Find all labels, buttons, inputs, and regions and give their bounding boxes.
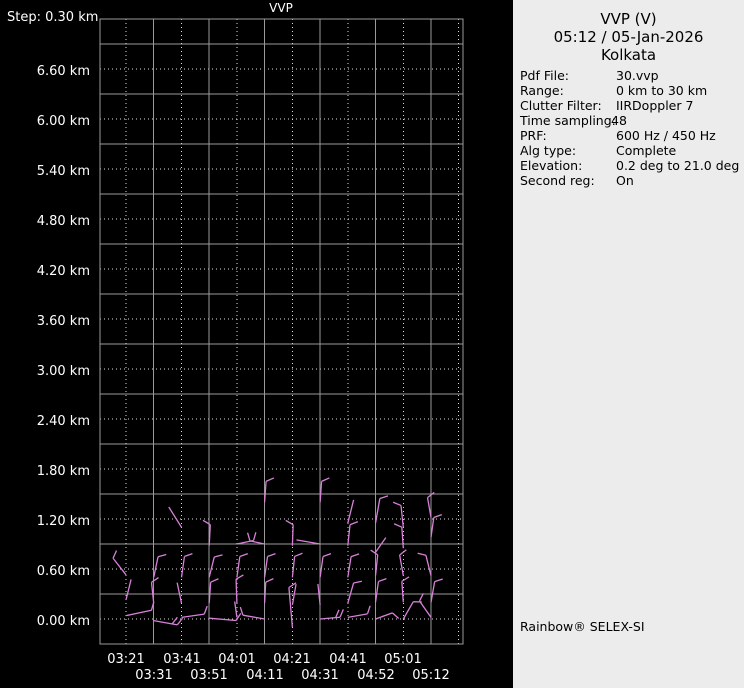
- x-tick-label: 03:41: [157, 652, 207, 667]
- y-tick-label: 3.00 km: [0, 364, 90, 379]
- plot-title: VVP: [251, 1, 311, 15]
- x-tick-label: 03:51: [184, 668, 234, 683]
- info-value: 600 Hz / 450 Hz: [616, 129, 716, 143]
- y-tick-label: 1.80 km: [0, 464, 90, 479]
- x-tick-label: 05:01: [378, 652, 428, 667]
- y-tick-label: 1.20 km: [0, 514, 90, 529]
- y-tick-label: 6.00 km: [0, 114, 90, 129]
- info-label: Second reg:: [520, 174, 595, 188]
- height-step-label: Step: 0.30 km: [7, 10, 98, 25]
- info-value: 0.2 deg to 21.0 deg: [616, 159, 739, 173]
- x-tick-label: 04:52: [351, 668, 401, 683]
- y-tick-label: 4.20 km: [0, 264, 90, 279]
- info-value: 48: [611, 114, 627, 128]
- panel-product-title: VVP (V): [513, 10, 744, 28]
- x-tick-label: 04:01: [212, 652, 262, 667]
- info-panel: VVP (V) 05:12 / 05-Jan-2026 Kolkata Pdf …: [513, 0, 744, 688]
- y-tick-label: 0.00 km: [0, 614, 90, 629]
- y-tick-label: 2.40 km: [0, 414, 90, 429]
- info-label: Clutter Filter:: [520, 99, 602, 113]
- y-tick-label: 3.60 km: [0, 314, 90, 329]
- brand-footer: Rainbow® SELEX-SI: [520, 619, 645, 634]
- info-value: IIRDoppler 7: [616, 99, 693, 113]
- info-label: PRF:: [520, 129, 547, 143]
- x-tick-label: 03:21: [101, 652, 151, 667]
- x-tick-label: 04:31: [295, 668, 345, 683]
- x-tick-label: 05:12: [406, 668, 456, 683]
- x-tick-label: 04:11: [240, 668, 290, 683]
- info-value: Complete: [616, 144, 676, 158]
- info-label: Range:: [520, 84, 564, 98]
- info-value: 30.vvp: [616, 69, 659, 83]
- info-label: Time sampling:: [520, 114, 616, 128]
- info-label: Elevation:: [520, 159, 582, 173]
- y-tick-label: 0.60 km: [0, 564, 90, 579]
- x-tick-label: 04:41: [323, 652, 373, 667]
- info-value: 0 km to 30 km: [616, 84, 707, 98]
- y-tick-label: 6.60 km: [0, 64, 90, 79]
- y-tick-label: 5.40 km: [0, 164, 90, 179]
- info-label: Pdf File:: [520, 69, 569, 83]
- info-label: Alg type:: [520, 144, 576, 158]
- panel-site-name: Kolkata: [513, 46, 744, 64]
- info-value: On: [616, 174, 634, 188]
- panel-datetime: 05:12 / 05-Jan-2026: [513, 28, 744, 46]
- x-tick-label: 03:31: [129, 668, 179, 683]
- x-tick-label: 04:21: [267, 652, 317, 667]
- vvp-product-window: Step: 0.30 km VVP 6.60 km 6.00 km 5.40 k…: [0, 0, 744, 688]
- y-tick-label: 4.80 km: [0, 214, 90, 229]
